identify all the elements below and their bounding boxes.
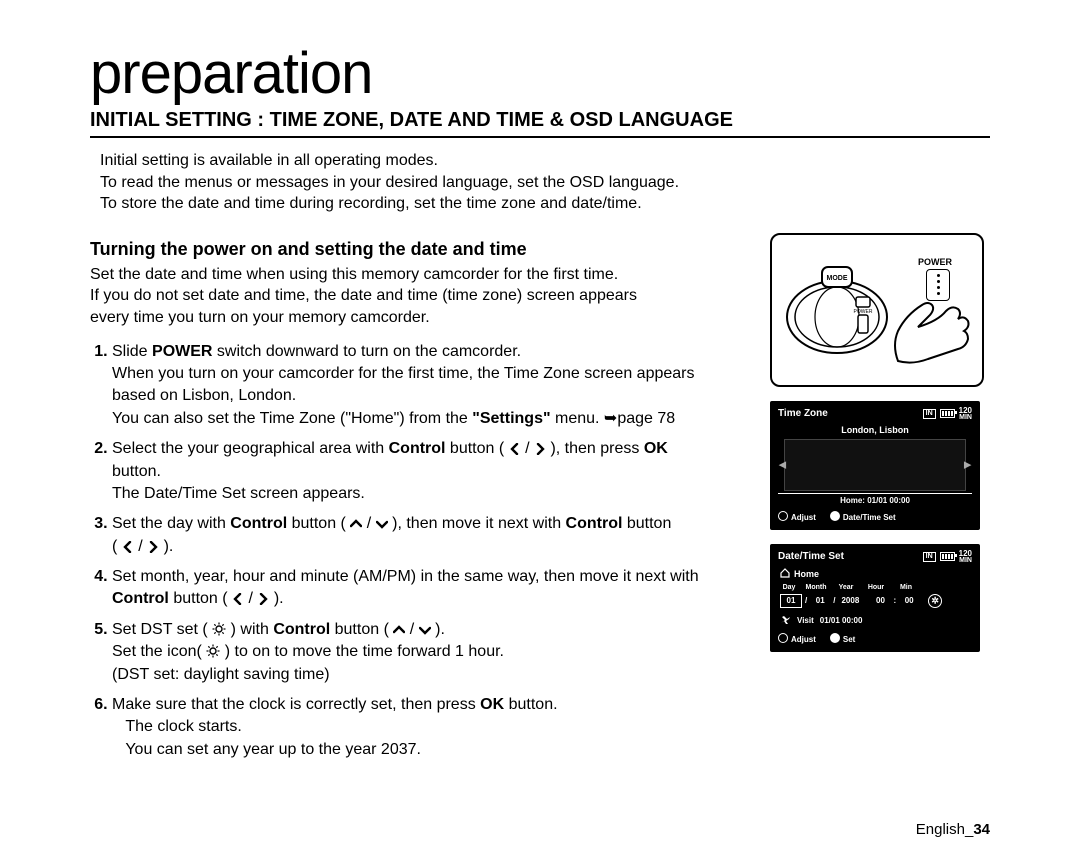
figures-column: MODE POWER POWER Time Zone IN bbox=[770, 233, 990, 769]
chevron-down-icon bbox=[376, 518, 388, 530]
osd-home-line: Home: 01/01 00:00 bbox=[778, 493, 972, 505]
osd-adjust-label: Adjust bbox=[791, 513, 816, 522]
chevron-up-icon bbox=[393, 624, 405, 636]
osd-day-value: 01 bbox=[780, 594, 802, 608]
instructions-column: Turning the power on and setting the dat… bbox=[90, 233, 750, 769]
power-label: POWER bbox=[918, 257, 952, 267]
osd-adjust-label: Adjust bbox=[791, 635, 816, 644]
osd-timezone-screen: Time Zone IN 120MIN London, Lisbon ◀ ▶ H… bbox=[770, 401, 980, 530]
osd-min-value: 00 bbox=[899, 595, 919, 607]
osd-visit-time: 01/01 00:00 bbox=[820, 616, 863, 625]
osd-datetime-screen: Date/Time Set IN 120MIN Home Day Month bbox=[770, 544, 980, 652]
osd-title: Date/Time Set bbox=[778, 551, 844, 562]
intro-line: To store the date and time during record… bbox=[100, 193, 990, 215]
steps-list: Slide POWER switch downward to turn on t… bbox=[90, 341, 750, 762]
osd-set-label: Date/Time Set bbox=[843, 513, 896, 522]
intro-paragraph: Set the date and time when using this me… bbox=[90, 264, 750, 329]
chevron-right-icon bbox=[534, 443, 546, 455]
section-heading: INITIAL SETTING : TIME ZONE, DATE AND TI… bbox=[90, 109, 990, 138]
dst-icon bbox=[212, 622, 226, 636]
footer-lang: English bbox=[916, 821, 965, 838]
intro-line: Initial setting is available in all oper… bbox=[100, 150, 990, 172]
step-4: Set month, year, hour and minute (AM/PM)… bbox=[112, 566, 750, 611]
adjust-icon bbox=[778, 633, 788, 643]
osd-in-badge: IN bbox=[923, 552, 936, 562]
dst-icon bbox=[928, 594, 942, 608]
osd-home-label: Home bbox=[794, 569, 819, 579]
step-3: Set the day with Control button ( / ), t… bbox=[112, 513, 750, 558]
step-6: Make sure that the clock is correctly se… bbox=[112, 694, 750, 761]
osd-title: Time Zone bbox=[778, 408, 828, 419]
page-number: 34 bbox=[973, 821, 990, 838]
battery-icon bbox=[940, 552, 955, 561]
plane-icon bbox=[780, 614, 791, 627]
camcorder-icon: MODE POWER bbox=[782, 261, 892, 361]
page-title: preparation bbox=[90, 40, 990, 107]
chevron-left-icon bbox=[509, 443, 521, 455]
intro-line: To read the menus or messages in your de… bbox=[100, 172, 990, 194]
osd-field-labels: Day Month Year Hour Min bbox=[780, 584, 972, 591]
osd-remaining: 120MIN bbox=[959, 407, 972, 421]
figure-camcorder: MODE POWER POWER bbox=[770, 233, 984, 387]
nav-right-icon: ▶ bbox=[964, 459, 971, 470]
osd-hour-value: 00 bbox=[871, 595, 891, 607]
step-1: Slide POWER switch downward to turn on t… bbox=[112, 341, 750, 431]
osd-year-value: 2008 bbox=[838, 595, 862, 607]
battery-icon bbox=[940, 409, 955, 418]
home-icon bbox=[780, 568, 790, 580]
chevron-down-icon bbox=[419, 624, 431, 636]
step-5: Set DST set ( ) with Control button ( / … bbox=[112, 619, 750, 686]
chevron-right-icon bbox=[257, 593, 269, 605]
para-line: If you do not set date and time, the dat… bbox=[90, 287, 637, 304]
osd-month-value: 01 bbox=[810, 595, 830, 607]
page-footer: English_34 bbox=[916, 821, 990, 838]
chevron-up-icon bbox=[350, 518, 362, 530]
osd-city: London, Lisbon bbox=[778, 425, 972, 435]
chevron-left-icon bbox=[232, 593, 244, 605]
set-icon bbox=[830, 633, 840, 643]
svg-text:POWER: POWER bbox=[854, 309, 873, 315]
osd-remaining: 120MIN bbox=[959, 550, 972, 564]
adjust-icon bbox=[778, 511, 788, 521]
dst-icon bbox=[206, 644, 220, 658]
osd-visit-label: Visit bbox=[797, 616, 814, 625]
intro-block: Initial setting is available in all oper… bbox=[90, 150, 990, 215]
para-line: every time you turn on your memory camco… bbox=[90, 309, 430, 326]
osd-world-map: ◀ ▶ bbox=[784, 439, 966, 491]
osd-set-label: Set bbox=[843, 635, 855, 644]
set-icon bbox=[830, 511, 840, 521]
para-line: Set the date and time when using this me… bbox=[90, 266, 618, 283]
sub-heading: Turning the power on and setting the dat… bbox=[90, 239, 750, 260]
chevron-left-icon bbox=[122, 541, 134, 553]
osd-in-badge: IN bbox=[923, 409, 936, 419]
chevron-right-icon bbox=[147, 541, 159, 553]
step-2: Select the your geographical area with C… bbox=[112, 438, 750, 505]
nav-left-icon: ◀ bbox=[779, 459, 786, 470]
hand-icon bbox=[888, 281, 974, 367]
osd-date-row: 01 / 01 / 2008 00 : 00 bbox=[780, 594, 972, 608]
svg-text:MODE: MODE bbox=[827, 275, 848, 282]
